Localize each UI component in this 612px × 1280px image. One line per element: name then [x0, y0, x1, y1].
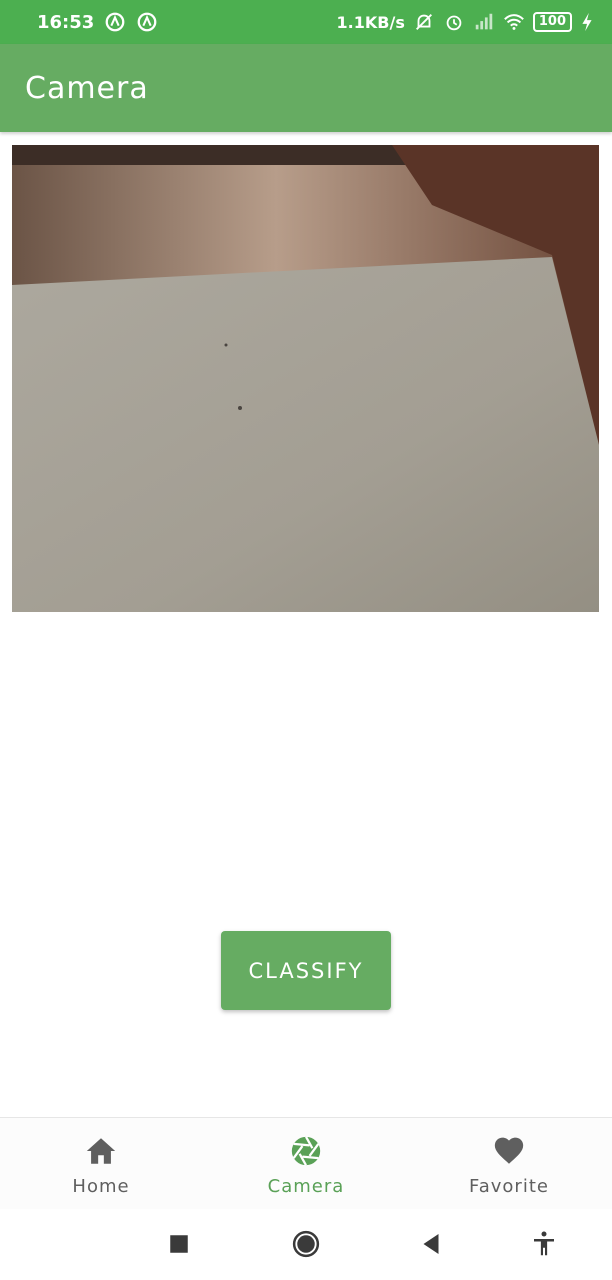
recents-square-icon[interactable] — [162, 1227, 196, 1261]
circle-a-icon — [104, 11, 126, 33]
circle-a-icon — [136, 11, 158, 33]
signal-icon — [473, 11, 495, 33]
bottom-navigation: Home Camera Favorite — [0, 1117, 612, 1210]
camera-shutter-icon — [289, 1134, 323, 1168]
nav-item-home[interactable]: Home — [26, 1118, 176, 1210]
heart-icon — [492, 1134, 526, 1168]
accessibility-icon[interactable] — [527, 1227, 561, 1261]
status-time: 16:53 — [37, 11, 95, 33]
nav-item-camera[interactable]: Camera — [231, 1118, 381, 1210]
nav-label-home: Home — [72, 1176, 130, 1197]
home-icon — [84, 1134, 118, 1168]
status-right: 1.1KB/s 100 — [337, 11, 594, 33]
battery-icon: 100 — [532, 12, 572, 32]
alarm-icon — [443, 11, 465, 33]
page-title: Camera — [25, 70, 149, 106]
system-navigation-bar — [0, 1209, 612, 1280]
back-triangle-icon[interactable] — [414, 1227, 448, 1261]
home-circle-icon[interactable] — [289, 1227, 323, 1261]
mute-bell-icon — [413, 11, 435, 33]
nav-label-camera: Camera — [267, 1176, 345, 1197]
app-bar: Camera — [0, 44, 612, 132]
status-left: 16:53 — [37, 11, 158, 33]
nav-label-favorite: Favorite — [469, 1176, 549, 1197]
nav-item-favorite[interactable]: Favorite — [434, 1118, 584, 1210]
wifi-icon — [503, 11, 525, 33]
network-speed: 1.1KB/s — [336, 12, 405, 32]
status-bar: 16:53 1.1KB/s 100 — [0, 0, 612, 44]
charging-bolt-icon — [580, 11, 594, 33]
classify-button[interactable]: CLASSIFY — [221, 931, 391, 1010]
battery-level: 100 — [532, 12, 572, 32]
camera-preview-image — [12, 145, 599, 612]
